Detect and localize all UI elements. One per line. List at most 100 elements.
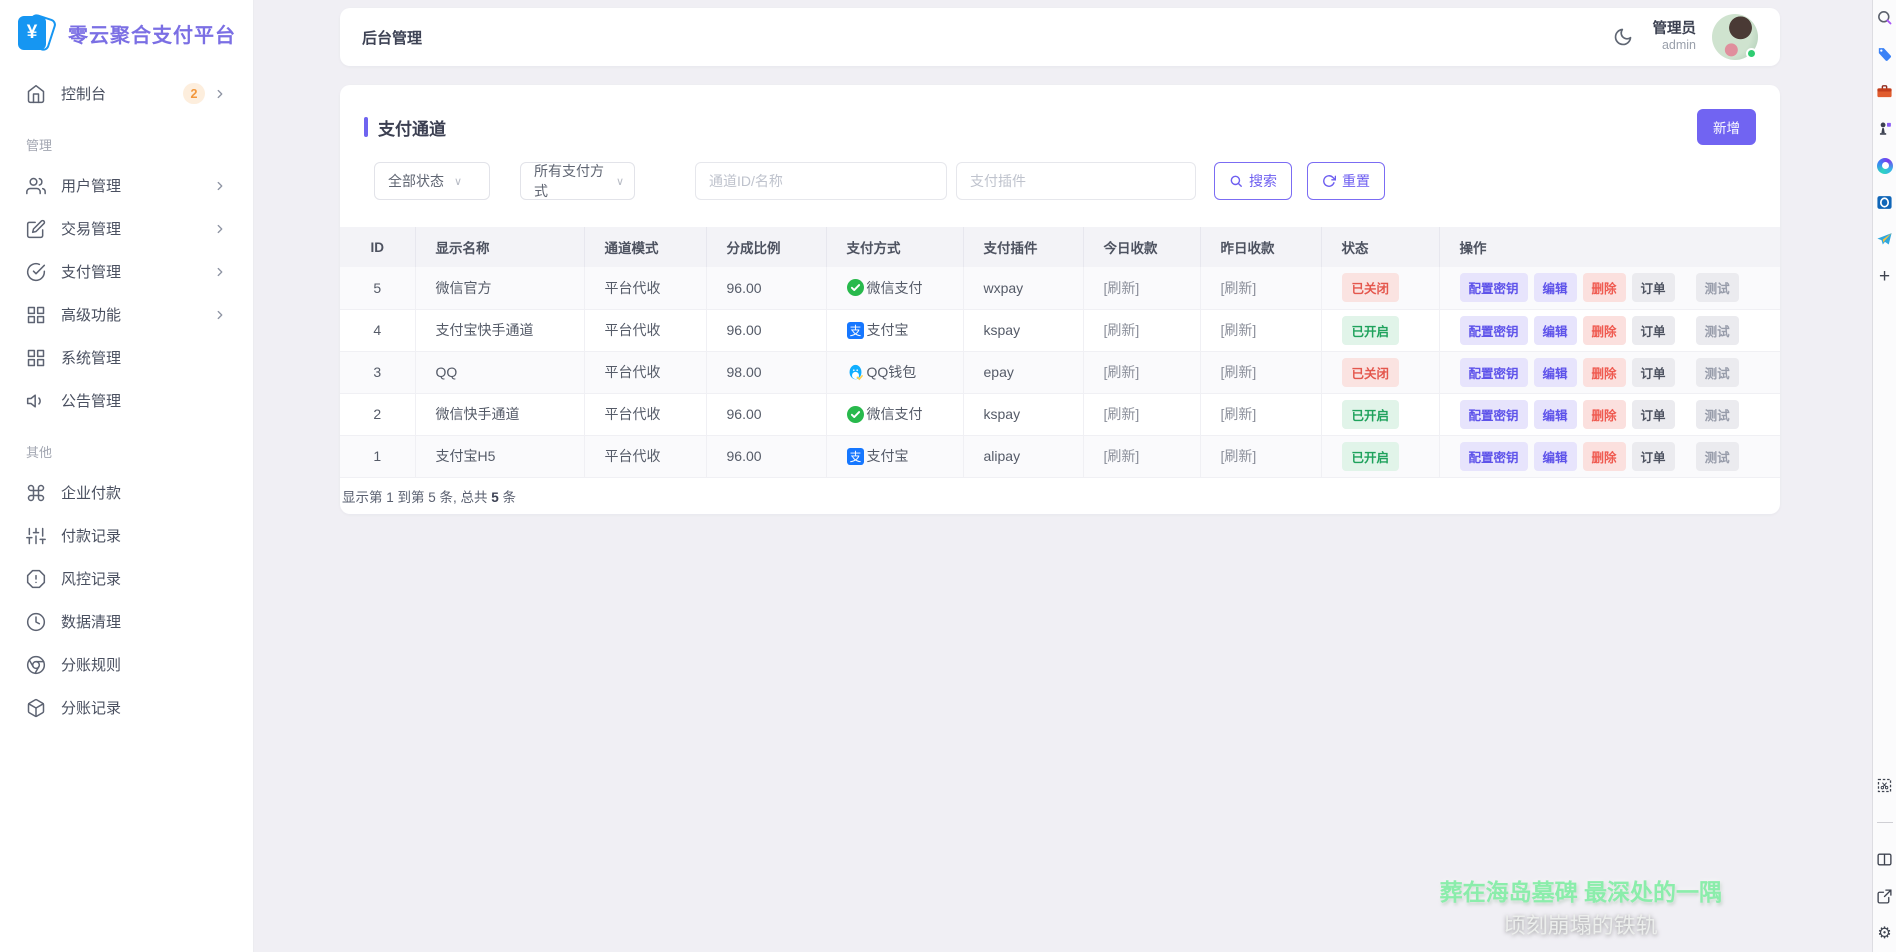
orders-button[interactable]: 订单 <box>1632 316 1675 345</box>
cell-today-income: [刷新] <box>1083 267 1200 309</box>
user-role: admin <box>1653 38 1697 54</box>
sidebar-item-grid[interactable]: 高级功能 <box>14 293 239 336</box>
orders-button[interactable]: 订单 <box>1632 400 1675 429</box>
cell-channel-mode: 平台代收 <box>584 267 706 309</box>
delete-button[interactable]: 删除 <box>1583 442 1626 471</box>
refresh-today-link[interactable]: [刷新] <box>1104 406 1140 422</box>
configure-keys-button[interactable]: 配置密钥 <box>1460 358 1528 387</box>
test-button[interactable]: 测试 <box>1696 316 1739 345</box>
sidebar-item-label: 分账记录 <box>61 697 121 718</box>
configure-keys-button[interactable]: 配置密钥 <box>1460 316 1528 345</box>
dark-mode-toggle[interactable] <box>1609 23 1637 51</box>
sidebar-item-slack[interactable]: 企业付款 <box>14 471 239 514</box>
table-body: 5微信官方平台代收96.00微信支付wxpay[刷新][刷新]已关闭配置密钥编辑… <box>340 267 1780 477</box>
split-view-icon[interactable] <box>1876 851 1893 868</box>
method-select[interactable]: 所有支付方式 ∨ <box>520 162 635 200</box>
alipay-icon: 支 <box>847 322 864 339</box>
column-header: 支付方式 <box>826 227 963 267</box>
alipay-icon: 支 <box>847 448 864 465</box>
avatar[interactable] <box>1712 14 1758 60</box>
delete-button[interactable]: 删除 <box>1583 273 1626 302</box>
sidebar-item-home[interactable]: 控制台2 <box>14 72 239 115</box>
test-button[interactable]: 测试 <box>1696 400 1739 429</box>
sidebar-item-box[interactable]: 分账记录 <box>14 686 239 729</box>
test-button[interactable]: 测试 <box>1696 358 1739 387</box>
refresh-yesterday-link[interactable]: [刷新] <box>1221 406 1257 422</box>
edit-button[interactable]: 编辑 <box>1534 358 1577 387</box>
column-header: 显示名称 <box>415 227 584 267</box>
telegram-icon[interactable] <box>1876 231 1893 248</box>
orders-button[interactable]: 订单 <box>1632 273 1675 302</box>
sidebar-item-alert-octagon[interactable]: 风控记录 <box>14 557 239 600</box>
channel-id-input[interactable] <box>695 162 947 200</box>
outlook-icon[interactable] <box>1876 194 1893 211</box>
edit-button[interactable]: 编辑 <box>1534 400 1577 429</box>
search-icon[interactable] <box>1876 9 1893 26</box>
cell-id: 3 <box>340 351 415 393</box>
external-link-icon[interactable] <box>1876 888 1893 905</box>
edge-icon[interactable] <box>1876 157 1893 174</box>
screenshot-icon[interactable] <box>1876 777 1893 794</box>
delete-button[interactable]: 删除 <box>1583 358 1626 387</box>
test-button[interactable]: 测试 <box>1696 442 1739 471</box>
sidebar-item-check-circle[interactable]: 支付管理 <box>14 250 239 293</box>
refresh-yesterday-link[interactable]: [刷新] <box>1221 280 1257 296</box>
sidebar-item-clock[interactable]: 数据清理 <box>14 600 239 643</box>
sidebar-item-chrome[interactable]: 分账规则 <box>14 643 239 686</box>
configure-keys-button[interactable]: 配置密钥 <box>1460 273 1528 302</box>
refresh-yesterday-link[interactable]: [刷新] <box>1221 448 1257 464</box>
configure-keys-button[interactable]: 配置密钥 <box>1460 442 1528 471</box>
refresh-today-link[interactable]: [刷新] <box>1104 448 1140 464</box>
sidebar-item-label: 风控记录 <box>61 568 121 589</box>
sidebar-item-label: 付款记录 <box>61 525 121 546</box>
moon-icon <box>1613 27 1633 47</box>
sidebar-item-sliders[interactable]: 付款记录 <box>14 514 239 557</box>
cell-yesterday-income: [刷新] <box>1200 351 1321 393</box>
plugin-input[interactable] <box>956 162 1196 200</box>
status-badge: 已关闭 <box>1342 358 1400 387</box>
grid-icon <box>26 348 46 368</box>
chrome-icon <box>26 655 46 675</box>
chess-icon[interactable] <box>1876 120 1893 137</box>
test-button[interactable]: 测试 <box>1696 273 1739 302</box>
cell-plugin: epay <box>963 351 1083 393</box>
orders-button[interactable]: 订单 <box>1632 442 1675 471</box>
gear-icon[interactable]: ⚙ <box>1876 925 1893 942</box>
chevron-right-icon <box>213 308 227 322</box>
status-badge: 已开启 <box>1342 400 1400 429</box>
refresh-today-link[interactable]: [刷新] <box>1104 322 1140 338</box>
refresh-today-link[interactable]: [刷新] <box>1104 280 1140 296</box>
cell-pay-method: 支支付宝 <box>826 435 963 477</box>
slack-icon <box>26 483 46 503</box>
plus-icon[interactable]: + <box>1876 268 1893 285</box>
sidebar-item-grid[interactable]: 系统管理 <box>14 336 239 379</box>
sidebar-item-edit[interactable]: 交易管理 <box>14 207 239 250</box>
sidebar-item-label: 用户管理 <box>61 175 121 196</box>
sidebar-item-label: 公告管理 <box>61 390 121 411</box>
column-header: 支付插件 <box>963 227 1083 267</box>
reset-button[interactable]: 重置 <box>1307 162 1385 200</box>
configure-keys-button[interactable]: 配置密钥 <box>1460 400 1528 429</box>
edit-button[interactable]: 编辑 <box>1534 273 1577 302</box>
edit-button[interactable]: 编辑 <box>1534 316 1577 345</box>
toolbox-icon[interactable] <box>1876 83 1893 100</box>
delete-button[interactable]: 删除 <box>1583 400 1626 429</box>
add-button[interactable]: 新增 <box>1697 109 1756 145</box>
cell-operations: 配置密钥编辑删除订单测试 <box>1439 351 1780 393</box>
sidebar-item-label: 企业付款 <box>61 482 121 503</box>
refresh-yesterday-link[interactable]: [刷新] <box>1221 364 1257 380</box>
search-button[interactable]: 搜索 <box>1214 162 1292 200</box>
refresh-today-link[interactable]: [刷新] <box>1104 364 1140 380</box>
column-header: 昨日收款 <box>1200 227 1321 267</box>
status-badge: 已关闭 <box>1342 273 1400 302</box>
svg-text:支: 支 <box>849 450 861 463</box>
sidebar-item-users[interactable]: 用户管理 <box>14 164 239 207</box>
cell-plugin: wxpay <box>963 267 1083 309</box>
tag-icon[interactable] <box>1876 46 1893 63</box>
delete-button[interactable]: 删除 <box>1583 316 1626 345</box>
edit-button[interactable]: 编辑 <box>1534 442 1577 471</box>
refresh-yesterday-link[interactable]: [刷新] <box>1221 322 1257 338</box>
status-select[interactable]: 全部状态 ∨ <box>374 162 490 200</box>
sidebar-item-speaker[interactable]: 公告管理 <box>14 379 239 422</box>
orders-button[interactable]: 订单 <box>1632 358 1675 387</box>
